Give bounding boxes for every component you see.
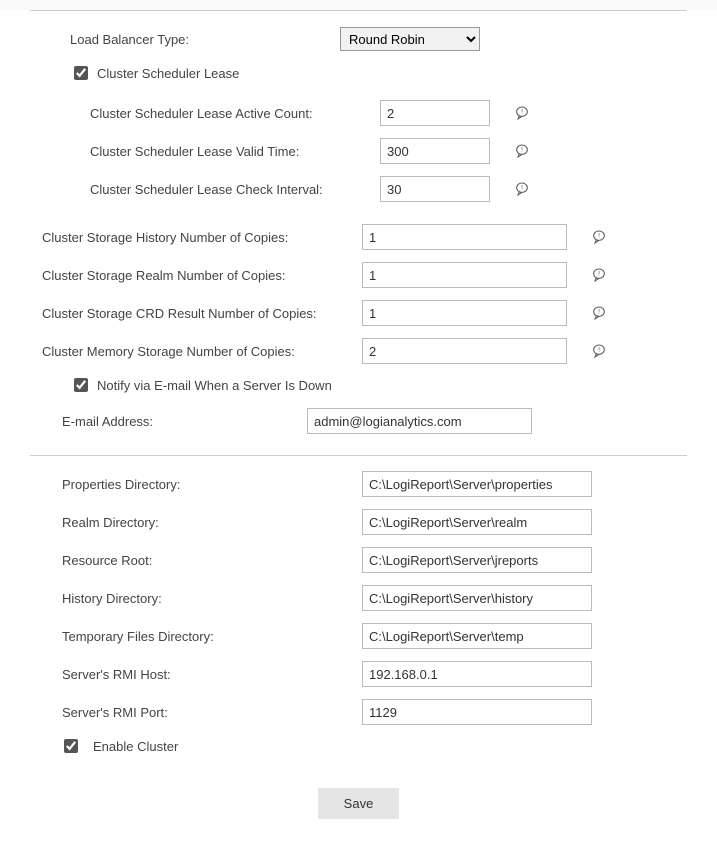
lease-check-interval-input[interactable] [380,176,490,202]
load-balancer-type-label: Load Balancer Type: [70,32,340,47]
svg-text:!: ! [598,347,600,354]
memory-storage-input[interactable] [362,338,567,364]
row-storage-history: Cluster Storage History Number of Copies… [30,221,687,253]
row-save: Save [30,788,687,819]
storage-realm-input[interactable] [362,262,567,288]
row-realm-dir: Realm Directory: [30,506,687,538]
help-icon[interactable]: ! [514,143,530,159]
row-lease-check-interval: Cluster Scheduler Lease Check Interval: … [30,173,687,205]
properties-dir-label: Properties Directory: [62,477,362,492]
svg-text:!: ! [521,185,523,192]
resource-root-input[interactable] [362,547,592,573]
storage-crd-label: Cluster Storage CRD Result Number of Cop… [42,306,362,321]
storage-history-label: Cluster Storage History Number of Copies… [42,230,362,245]
notify-email-checkbox[interactable] [74,378,88,392]
rmi-port-label: Server's RMI Port: [62,705,362,720]
rmi-port-input[interactable] [362,699,592,725]
storage-realm-label: Cluster Storage Realm Number of Copies: [42,268,362,283]
section-divider-mid [30,455,687,456]
temp-dir-input[interactable] [362,623,592,649]
svg-text:!: ! [598,233,600,240]
load-balancer-type-select[interactable]: Round Robin [340,27,480,51]
row-rmi-host: Server's RMI Host: [30,658,687,690]
row-load-balancer-type: Load Balancer Type: Round Robin [30,23,687,55]
row-properties-dir: Properties Directory: [30,468,687,500]
row-rmi-port: Server's RMI Port: [30,696,687,728]
row-cluster-scheduler-lease: Cluster Scheduler Lease [70,63,687,83]
lease-check-interval-label: Cluster Scheduler Lease Check Interval: [90,182,380,197]
storage-history-input[interactable] [362,224,567,250]
svg-text:!: ! [521,109,523,116]
row-storage-crd: Cluster Storage CRD Result Number of Cop… [30,297,687,329]
enable-cluster-label: Enable Cluster [93,739,178,754]
rmi-host-label: Server's RMI Host: [62,667,362,682]
section-divider-top [30,10,687,11]
notify-email-label: Notify via E-mail When a Server Is Down [97,378,332,393]
help-icon[interactable]: ! [591,343,607,359]
row-memory-storage: Cluster Memory Storage Number of Copies:… [30,335,687,367]
row-lease-valid-time: Cluster Scheduler Lease Valid Time: ! [30,135,687,167]
resource-root-label: Resource Root: [62,553,362,568]
lease-valid-time-label: Cluster Scheduler Lease Valid Time: [90,144,380,159]
help-icon[interactable]: ! [514,181,530,197]
help-icon[interactable]: ! [514,105,530,121]
row-notify-email: Notify via E-mail When a Server Is Down [70,375,687,395]
help-icon[interactable]: ! [591,267,607,283]
storage-crd-input[interactable] [362,300,567,326]
realm-dir-input[interactable] [362,509,592,535]
lease-valid-time-input[interactable] [380,138,490,164]
svg-text:!: ! [598,309,600,316]
cluster-scheduler-lease-label: Cluster Scheduler Lease [97,66,239,81]
lease-active-count-label: Cluster Scheduler Lease Active Count: [90,106,380,121]
enable-cluster-checkbox[interactable] [64,739,78,753]
email-address-label: E-mail Address: [62,414,307,429]
help-icon[interactable]: ! [591,305,607,321]
row-resource-root: Resource Root: [30,544,687,576]
realm-dir-label: Realm Directory: [62,515,362,530]
rmi-host-input[interactable] [362,661,592,687]
svg-text:!: ! [598,271,600,278]
save-button[interactable]: Save [318,788,400,819]
email-address-input[interactable] [307,408,532,434]
help-icon[interactable]: ! [591,229,607,245]
row-temp-dir: Temporary Files Directory: [30,620,687,652]
row-storage-realm: Cluster Storage Realm Number of Copies: … [30,259,687,291]
row-enable-cluster: Enable Cluster [60,736,687,756]
history-dir-input[interactable] [362,585,592,611]
lease-active-count-input[interactable] [380,100,490,126]
row-history-dir: History Directory: [30,582,687,614]
svg-text:!: ! [521,147,523,154]
memory-storage-label: Cluster Memory Storage Number of Copies: [42,344,362,359]
cluster-scheduler-lease-checkbox[interactable] [74,66,88,80]
temp-dir-label: Temporary Files Directory: [62,629,362,644]
row-lease-active-count: Cluster Scheduler Lease Active Count: ! [30,97,687,129]
row-email-address: E-mail Address: [30,405,687,437]
properties-dir-input[interactable] [362,471,592,497]
history-dir-label: History Directory: [62,591,362,606]
